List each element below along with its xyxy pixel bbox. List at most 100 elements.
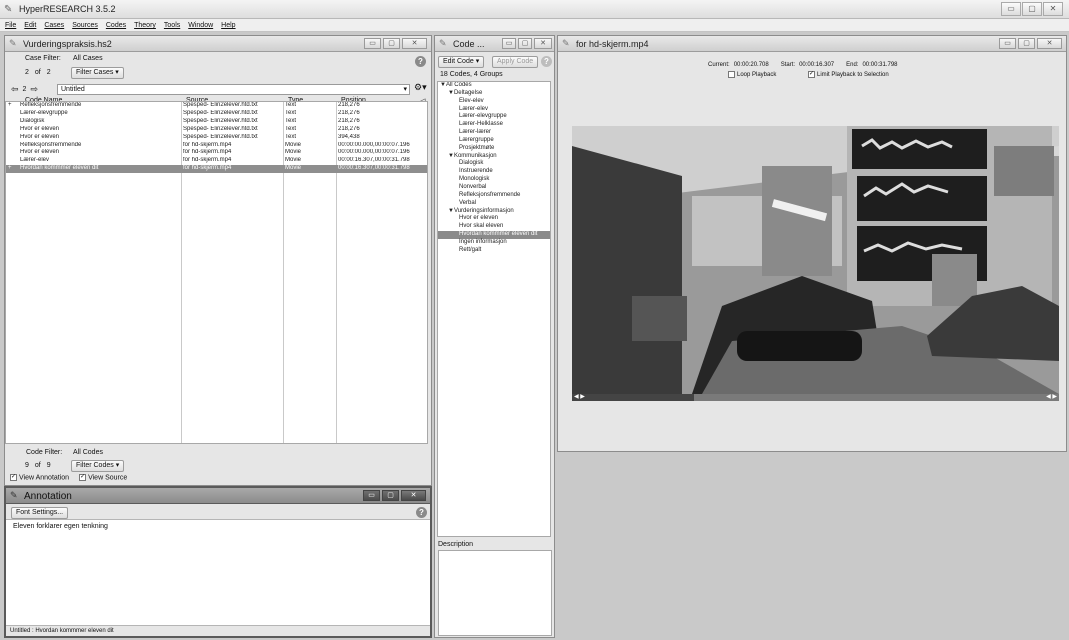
code-tree-item[interactable]: ▼Vurderingsinformasjon bbox=[438, 208, 550, 216]
code-tree-item[interactable]: Monologisk bbox=[438, 176, 550, 184]
code-window-titlebar[interactable]: ✎ Code ... ▭ ▢ ✕ bbox=[435, 36, 554, 52]
font-settings-button[interactable]: Font Settings... bbox=[11, 507, 69, 519]
table-row[interactable]: + Refleksjonsfremmende Spesped- Elin2eleve… bbox=[6, 102, 427, 110]
code-tree-item[interactable]: Lærer-elev bbox=[438, 106, 550, 114]
cell-source: for hd-skjerm.mp4 bbox=[181, 165, 283, 174]
movie-window-titlebar[interactable]: ✎ for hd-skjerm.mp4 ▭ ▢ ✕ bbox=[558, 36, 1066, 52]
code-minimize-button[interactable]: ▭ bbox=[502, 38, 516, 49]
code-tree-item[interactable]: ▼All Codes bbox=[438, 82, 550, 90]
volume-icon[interactable]: ◀ ▶ bbox=[1046, 393, 1057, 400]
app-close-button[interactable]: ✕ bbox=[1043, 2, 1063, 16]
description-text-area[interactable] bbox=[438, 550, 552, 636]
cell-source: Spesped- Elin2elever.htd.txt bbox=[183, 109, 258, 116]
cell-mark bbox=[6, 142, 18, 150]
cell-position: 218,276 bbox=[338, 102, 360, 108]
code-tree-item[interactable]: Hvor er eleven bbox=[438, 215, 550, 223]
checkbox-unchecked-icon bbox=[728, 71, 735, 78]
code-tree-item[interactable]: Verbal bbox=[438, 200, 550, 208]
code-tree-item[interactable]: ▼Kommunikasjon bbox=[438, 153, 550, 161]
next-case-arrow-icon[interactable]: ⇨ bbox=[30, 84, 38, 95]
annotation-text-area[interactable]: Eleven forklarer egen tenkning bbox=[13, 523, 108, 530]
menu-help[interactable]: Help bbox=[221, 19, 235, 31]
case-counter-of: of bbox=[34, 69, 41, 76]
menu-tools[interactable]: Tools bbox=[164, 19, 180, 31]
filter-codes-button[interactable]: Filter Codes ▾ bbox=[71, 460, 125, 472]
code-tree-item[interactable]: Nonverbal bbox=[438, 184, 550, 192]
table-row[interactable]: Hvor er eleven for hd-skjerm.mp4 Movie 00:0… bbox=[6, 149, 427, 157]
study-window-titlebar[interactable]: ✎ Vurderingspraksis.hs2 ▭ ▢ ✕ bbox=[5, 36, 431, 52]
study-close-button[interactable]: ✕ bbox=[402, 38, 427, 49]
annotation-status: Untitled : Hvordan kommmer eleven dit bbox=[6, 625, 430, 636]
view-source-checkbox[interactable]: ✓ View Source bbox=[79, 474, 127, 481]
annotation-close-button[interactable]: ✕ bbox=[401, 490, 426, 501]
code-maximize-button[interactable]: ▢ bbox=[518, 38, 532, 49]
code-tree-item[interactable]: Rett/galt bbox=[438, 247, 550, 255]
menu-window[interactable]: Window bbox=[188, 19, 213, 31]
help-icon[interactable]: ? bbox=[541, 56, 552, 67]
gear-icon[interactable]: ⚙▾ bbox=[414, 82, 427, 93]
code-tree-item[interactable]: ▼Deltagelse bbox=[438, 90, 550, 98]
cell-code: Hvordan kommmer eleven dit bbox=[18, 165, 181, 174]
annotation-minimize-button[interactable]: ▭ bbox=[363, 490, 380, 501]
play-icon[interactable]: ◀ ▶ bbox=[574, 393, 585, 400]
code-tree-item[interactable]: Lærer-elevgruppe bbox=[438, 113, 550, 121]
help-icon[interactable]: ? bbox=[415, 56, 426, 67]
menu-file[interactable]: File bbox=[5, 19, 16, 31]
code-tree-item[interactable]: Lærer-Helklasse bbox=[438, 121, 550, 129]
code-total-number: 9 bbox=[46, 462, 51, 469]
code-tree-item[interactable]: Lærer-lærer bbox=[438, 129, 550, 137]
apply-code-button[interactable]: Apply Code bbox=[492, 56, 539, 68]
code-tree-item[interactable]: Dialogisk bbox=[438, 160, 550, 168]
app-maximize-button[interactable]: ▢ bbox=[1022, 2, 1042, 16]
window-logo-icon: ✎ bbox=[10, 490, 18, 500]
cell-position: 00:00:00.000,00:00:07.196 bbox=[338, 141, 410, 148]
movie-maximize-button[interactable]: ▢ bbox=[1018, 38, 1035, 49]
code-tree-item[interactable]: Refleksjonsfremmende bbox=[438, 192, 550, 200]
table-row[interactable]: Refleksjonsfremmende for hd-skjerm.mp4 Mov… bbox=[6, 142, 427, 150]
code-tree-item[interactable]: Elev-elev bbox=[438, 98, 550, 106]
code-close-button[interactable]: ✕ bbox=[534, 38, 552, 49]
loop-playback-checkbox[interactable]: Loop Playback bbox=[728, 71, 776, 78]
study-minimize-button[interactable]: ▭ bbox=[364, 38, 381, 49]
edit-code-button[interactable]: Edit Code ▾ bbox=[438, 56, 485, 68]
code-tree-item[interactable]: Ingen informasjon bbox=[438, 239, 550, 247]
help-icon[interactable]: ? bbox=[416, 507, 427, 518]
code-tree-item[interactable]: Lærergruppe bbox=[438, 137, 550, 145]
code-reference-table: + Refleksjonsfremmende Spesped- Elin2eleve… bbox=[5, 101, 428, 444]
limit-playback-checkbox[interactable]: ✓ Limit Playback to Selection bbox=[808, 71, 889, 78]
table-row[interactable]: Dialogisk Spesped- Elin2elever.htd.txt Tex… bbox=[6, 118, 427, 126]
case-name-select[interactable]: Untitled ▾ bbox=[57, 84, 410, 95]
filter-cases-button[interactable]: Filter Cases ▾ bbox=[71, 67, 124, 79]
study-maximize-button[interactable]: ▢ bbox=[383, 38, 400, 49]
code-tree-item[interactable]: Prosjektmøte bbox=[438, 145, 550, 153]
table-row[interactable]: Lærer-elevgruppe Spesped- Elin2elever.htd… bbox=[6, 110, 427, 118]
menu-sources[interactable]: Sources bbox=[72, 19, 98, 31]
annotation-window-titlebar[interactable]: ✎ Annotation ▭ ▢ ✕ bbox=[6, 488, 430, 504]
table-row[interactable]: Hvor er eleven Spesped- Elin2elever.htd.t… bbox=[6, 126, 427, 134]
menu-edit[interactable]: Edit bbox=[24, 19, 36, 31]
code-tree-item[interactable]: Hvor skal eleven bbox=[438, 223, 550, 231]
code-window-title: Code ... bbox=[453, 39, 485, 49]
movie-minimize-button[interactable]: ▭ bbox=[999, 38, 1016, 49]
table-row[interactable]: Lærer-elev for hd-skjerm.mp4 Movie 00:00:16… bbox=[6, 157, 427, 165]
code-filter-label: Code Filter: bbox=[26, 449, 63, 456]
video-frame[interactable] bbox=[572, 126, 1059, 394]
movie-window: ✎ for hd-skjerm.mp4 ▭ ▢ ✕ Current: 00:00… bbox=[557, 35, 1067, 452]
menu-theory[interactable]: Theory bbox=[134, 19, 156, 31]
cell-source: Spesped- Elin2elever.htd.txt bbox=[183, 133, 258, 140]
table-row[interactable]: Hvor er eleven Spesped- Elin2elever.htd.t… bbox=[6, 134, 427, 142]
code-tree-item[interactable]: Hvordan kommmer eleven dit bbox=[438, 231, 550, 239]
cell-type: Movie bbox=[285, 141, 302, 148]
cell-source: for hd-skjerm.mp4 bbox=[183, 149, 232, 156]
previous-case-arrow-icon[interactable]: ⇦ bbox=[11, 84, 19, 95]
app-minimize-button[interactable]: ▭ bbox=[1001, 2, 1021, 16]
table-row[interactable]: + Hvordan kommmer eleven dit for hd-skjerm… bbox=[6, 165, 427, 174]
view-annotation-checkbox[interactable]: ✓ View Annotation bbox=[10, 474, 69, 481]
code-tree-item[interactable]: Instruerende bbox=[438, 168, 550, 176]
annotation-maximize-button[interactable]: ▢ bbox=[382, 490, 399, 501]
movie-close-button[interactable]: ✕ bbox=[1037, 38, 1062, 49]
end-label: End: bbox=[846, 62, 859, 68]
menu-codes[interactable]: Codes bbox=[106, 19, 126, 31]
playback-scrubber[interactable]: ◀ ▶ ◀ ▶ bbox=[572, 394, 1059, 401]
menu-cases[interactable]: Cases bbox=[44, 19, 64, 31]
